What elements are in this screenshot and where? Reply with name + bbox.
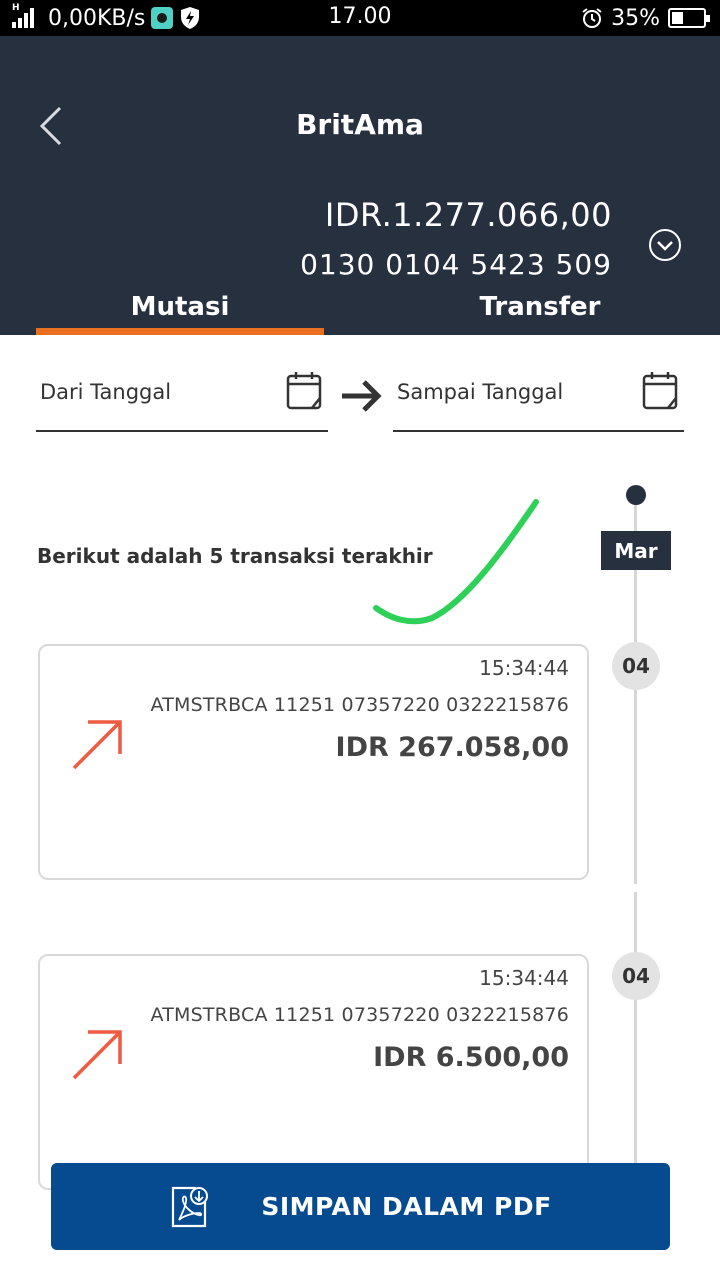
status-bar: H 0,00KB/s 17.00 35% <box>0 0 720 36</box>
transaction-amount: IDR 6.500,00 <box>373 1042 569 1073</box>
to-date-label: Sampai Tanggal <box>397 380 564 404</box>
alarm-icon <box>582 8 602 28</box>
shield-bolt-icon <box>181 7 200 29</box>
to-date-field[interactable]: Sampai Tanggal <box>393 360 684 432</box>
battery-percent: 35% <box>611 5 660 31</box>
active-tab-indicator <box>36 328 324 335</box>
tab-transfer[interactable]: Transfer <box>396 292 684 322</box>
account-balance: IDR.1.277.066,00 <box>324 196 612 234</box>
calendar-icon[interactable] <box>286 370 324 412</box>
timeline-month-badge: Mar <box>601 531 671 570</box>
transaction-amount: IDR 267.058,00 <box>335 732 569 763</box>
timeline-start-dot <box>626 485 646 505</box>
transaction-time: 15:34:44 <box>479 656 569 680</box>
timeline-gap <box>630 884 642 892</box>
timeline-day-badge: 04 <box>612 642 660 690</box>
app-notification-icon <box>151 7 174 29</box>
save-pdf-label: SIMPAN DALAM PDF <box>261 1192 552 1221</box>
net-speed: 0,00KB/s <box>48 5 146 31</box>
signal-icon: H <box>12 4 42 30</box>
pdf-download-icon <box>172 1186 209 1227</box>
transaction-time: 15:34:44 <box>479 966 569 990</box>
battery-icon <box>668 8 710 28</box>
timeline-line <box>634 496 637 1196</box>
account-header: BritAma IDR.1.277.066,00 0130 0104 5423 … <box>0 36 720 335</box>
tab-mutasi[interactable]: Mutasi <box>36 292 324 322</box>
outgoing-arrow-icon <box>72 720 122 770</box>
calendar-icon[interactable] <box>642 370 680 412</box>
save-pdf-button[interactable]: SIMPAN DALAM PDF <box>51 1163 670 1250</box>
from-date-field[interactable]: Dari Tanggal <box>36 360 328 432</box>
from-date-label: Dari Tanggal <box>40 380 172 404</box>
transaction-description: ATMSTRBCA 11251 07357220 0322215876 <box>150 694 569 716</box>
outgoing-arrow-icon <box>72 1030 122 1080</box>
account-number: 0130 0104 5423 509 <box>300 248 612 281</box>
arrow-right-icon <box>342 380 382 412</box>
page-title: BritAma <box>296 108 424 141</box>
transaction-card[interactable]: 15:34:44 ATMSTRBCA 11251 07357220 032221… <box>38 644 589 880</box>
timeline-day-badge: 04 <box>612 952 660 1000</box>
transaction-card[interactable]: 15:34:44 ATMSTRBCA 11251 07357220 032221… <box>38 954 589 1190</box>
transaction-description: ATMSTRBCA 11251 07357220 0322215876 <box>150 1004 569 1026</box>
chevron-down-icon[interactable] <box>648 228 682 262</box>
handwritten-check-mark <box>373 499 539 625</box>
